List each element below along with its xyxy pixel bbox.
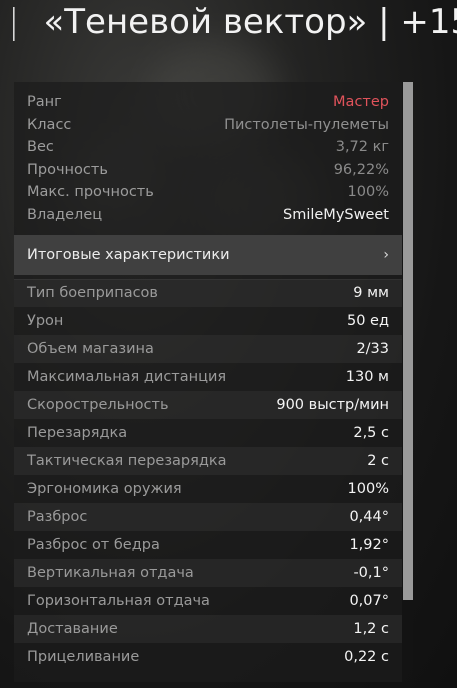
summary-label: Итоговые характеристики xyxy=(27,247,230,263)
stat-label: Тип боеприпасов xyxy=(27,285,158,301)
stat-value: 130 м xyxy=(345,369,389,385)
stat-value: 50 ед xyxy=(346,313,389,329)
weight-value: 3,72 кг xyxy=(335,139,389,155)
info-row-rank: Ранг Мастер xyxy=(14,91,402,113)
stat-label: Вертикальная отдача xyxy=(27,565,194,581)
info-label: Макс. прочность xyxy=(27,184,154,200)
info-label: Вес xyxy=(27,139,54,155)
stat-label: Эргономика оружия xyxy=(27,481,182,497)
durability-value: 96,22% xyxy=(333,162,389,178)
info-row-durability: Прочность 96,22% xyxy=(14,159,402,181)
stat-row-ammo-type: Тип боеприпасов 9 мм xyxy=(14,279,402,307)
stat-row-horizontal-recoil: Горизонтальная отдача 0,07° xyxy=(14,587,402,615)
stat-label: Перезарядка xyxy=(27,425,128,441)
stat-row-vertical-recoil: Вертикальная отдача -0,1° xyxy=(14,559,402,587)
stat-label: Тактическая перезарядка xyxy=(27,453,227,469)
item-title: | «Теневой вектор» | +15 xyxy=(0,0,457,44)
chevron-right-icon: › xyxy=(383,247,389,263)
stat-row-hip-spread: Разброс от бедра 1,92° xyxy=(14,531,402,559)
stat-label: Горизонтальная отдача xyxy=(27,593,210,609)
total-characteristics-button[interactable]: Итоговые характеристики › xyxy=(14,235,402,275)
info-label: Класс xyxy=(27,117,72,133)
stat-value: 2 с xyxy=(367,453,389,469)
stat-label: Разброс xyxy=(27,509,88,525)
info-label: Прочность xyxy=(27,162,108,178)
info-label: Владелец xyxy=(27,207,103,223)
info-label: Ранг xyxy=(27,94,62,110)
info-row-class: Класс Пистолеты-пулеметы xyxy=(14,114,402,136)
stat-value: 1,92° xyxy=(349,537,389,553)
stat-label: Разброс от бедра xyxy=(27,537,160,553)
stat-row-aim-time: Прицеливание 0,22 с xyxy=(14,643,402,671)
stat-value: 1,2 с xyxy=(353,621,389,637)
info-row-weight: Вес 3,72 кг xyxy=(14,136,402,158)
stat-label: Объем магазина xyxy=(27,341,154,357)
stat-row-damage: Урон 50 ед xyxy=(14,307,402,335)
info-row-max-durability: Макс. прочность 100% xyxy=(14,181,402,203)
stat-value: 0,07° xyxy=(349,593,389,609)
stat-value: 2,5 с xyxy=(353,425,389,441)
stat-row-draw-time: Доставание 1,2 с xyxy=(14,615,402,643)
stat-label: Максимальная дистанция xyxy=(27,369,227,385)
stat-row-ergonomics: Эргономика оружия 100% xyxy=(14,475,402,503)
stat-label: Прицеливание xyxy=(27,649,140,665)
stat-label: Скорострельность xyxy=(27,397,169,413)
stat-value: 0,44° xyxy=(349,509,389,525)
max-durability-value: 100% xyxy=(347,184,389,200)
stat-row-max-distance: Максимальная дистанция 130 м xyxy=(14,363,402,391)
info-row-owner: Владелец SmileMySweet xyxy=(14,204,402,226)
stat-value: -0,1° xyxy=(353,565,389,581)
stat-row-magazine: Объем магазина 2/33 xyxy=(14,335,402,363)
scrollbar-thumb[interactable] xyxy=(403,82,413,600)
stat-label: Доставание xyxy=(27,621,118,637)
stat-value: 2/33 xyxy=(356,341,389,357)
stat-row-reload: Перезарядка 2,5 с xyxy=(14,419,402,447)
stat-value: 0,22 с xyxy=(344,649,389,665)
stat-label: Урон xyxy=(27,313,64,329)
stat-value: 900 выстр/мин xyxy=(276,397,389,413)
title-separator: | xyxy=(8,2,20,42)
class-value: Пистолеты-пулеметы xyxy=(224,117,389,133)
stat-row-tactical-reload: Тактическая перезарядка 2 с xyxy=(14,447,402,475)
item-name: «Теневой вектор» | +15 xyxy=(43,2,457,42)
stat-row-spread: Разброс 0,44° xyxy=(14,503,402,531)
stat-value: 9 мм xyxy=(353,285,389,301)
stat-row-fire-rate: Скорострельность 900 выстр/мин xyxy=(14,391,402,419)
rank-value: Мастер xyxy=(333,94,389,110)
owner-value: SmileMySweet xyxy=(283,207,389,223)
stat-value: 100% xyxy=(347,481,389,497)
